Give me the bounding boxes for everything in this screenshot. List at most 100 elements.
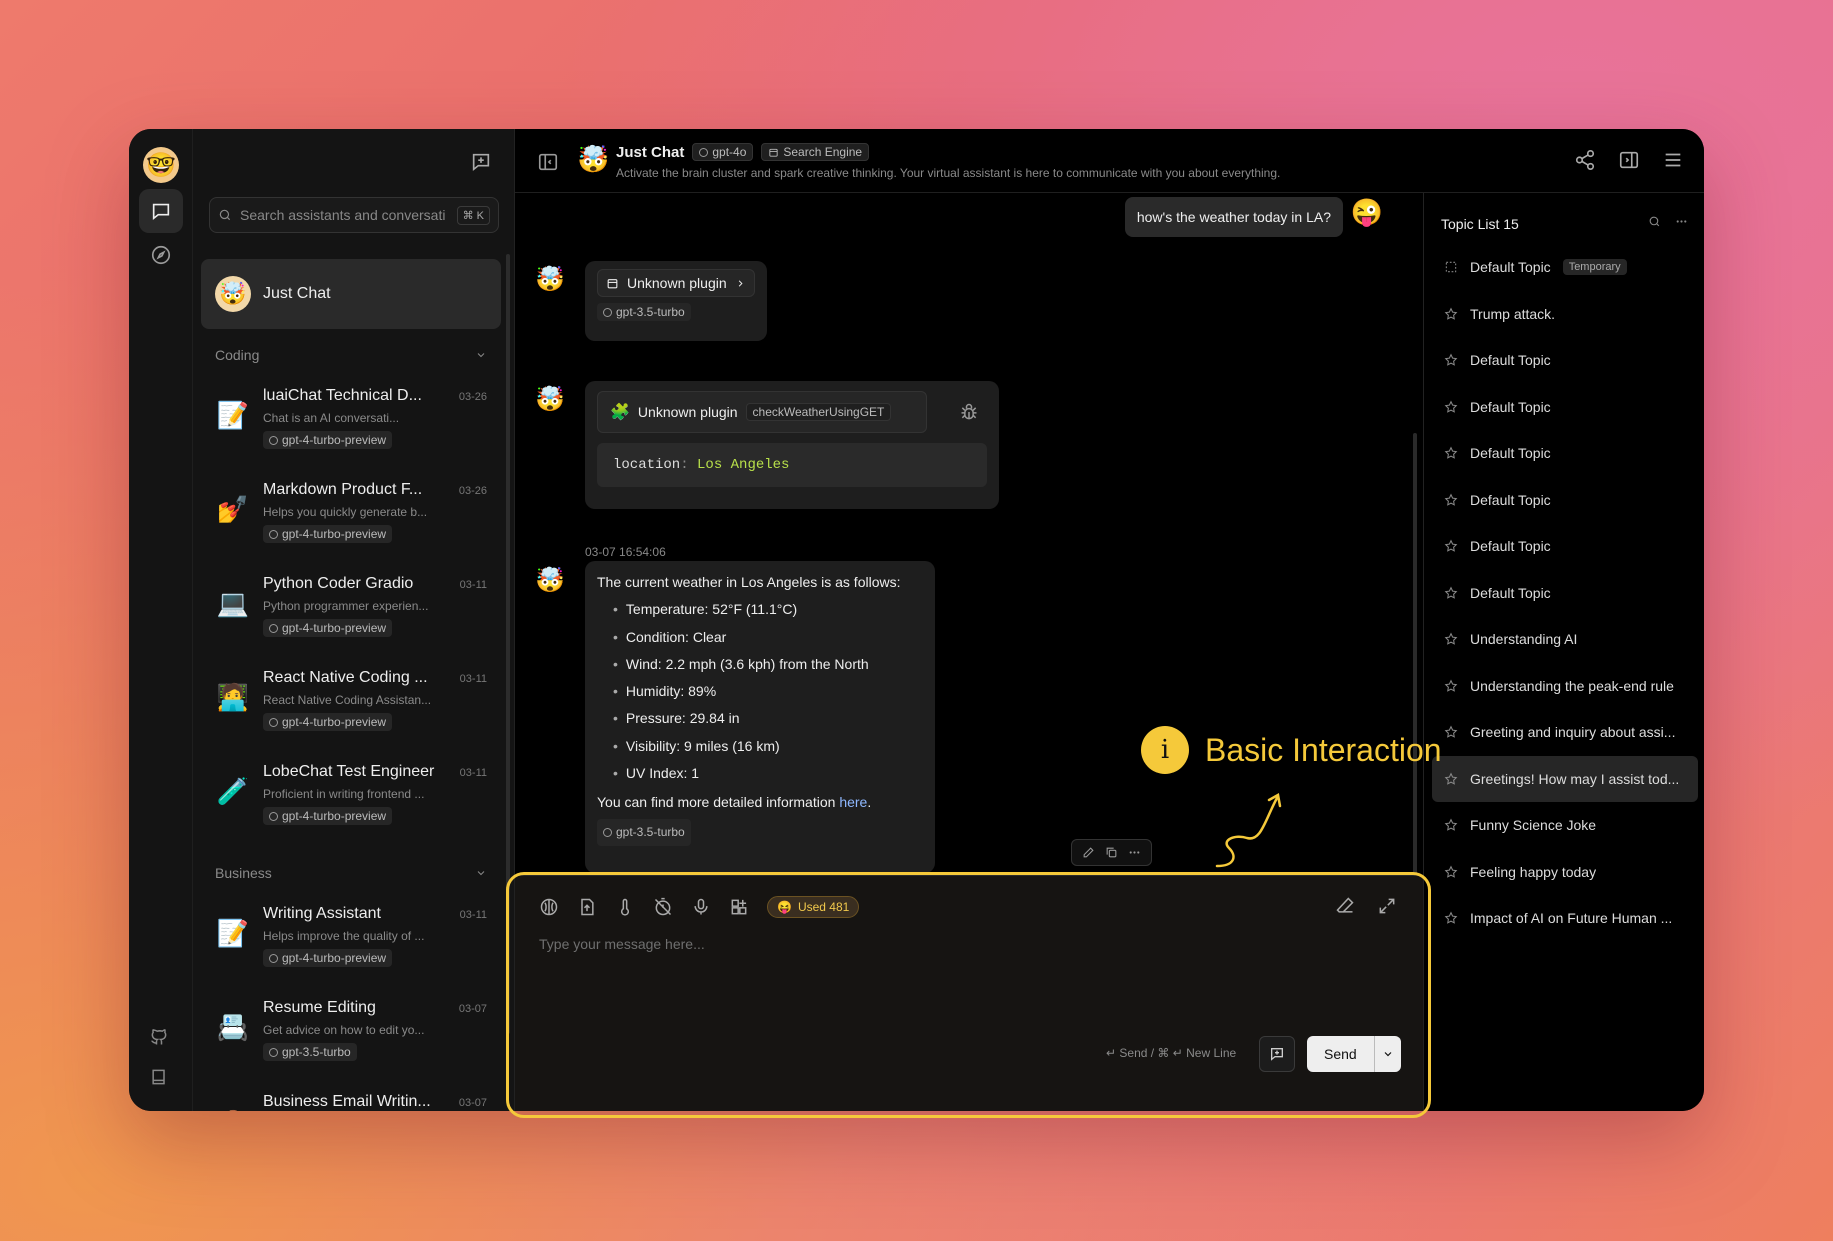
topic-item[interactable]: Default Topic <box>1432 523 1698 570</box>
topic-title: Default Topic <box>1470 584 1551 601</box>
send-button[interactable]: Send <box>1307 1036 1374 1072</box>
user-message: how's the weather today in LA? <box>1124 197 1343 237</box>
topic-item[interactable]: Understanding AI <box>1432 616 1698 663</box>
edit-icon[interactable] <box>1082 846 1095 859</box>
plugins-grid-icon[interactable] <box>729 897 749 917</box>
topic-item[interactable]: Funny Science Joke <box>1432 802 1698 849</box>
star-icon[interactable] <box>1444 911 1458 925</box>
assistant-avatar[interactable]: 🤯 <box>577 144 609 175</box>
topic-title: Default Topic <box>1470 538 1551 555</box>
topic-item[interactable]: Trump attack. <box>1432 291 1698 338</box>
star-icon[interactable] <box>1444 353 1458 367</box>
more-icon[interactable] <box>1675 215 1688 228</box>
group-label: Business <box>215 865 272 881</box>
microphone-icon[interactable] <box>691 897 711 917</box>
agent-date: 03-07 <box>458 1003 487 1015</box>
bot-message-weather: The current weather in Los Angeles is as… <box>585 561 935 873</box>
agent-item[interactable]: 💻 Python Coder Gradio Python programmer … <box>201 565 501 659</box>
more-info-link[interactable]: here <box>839 794 867 810</box>
topic-item[interactable]: Feeling happy today <box>1432 849 1698 896</box>
search-input[interactable] <box>240 207 449 223</box>
topic-item[interactable]: Default Topic <box>1432 384 1698 431</box>
bot-avatar[interactable]: 🤯 <box>535 385 565 414</box>
group-business[interactable]: Business <box>201 851 501 895</box>
topic-item[interactable]: Understanding the peak-end rule <box>1432 663 1698 710</box>
history-off-icon[interactable] <box>653 897 673 917</box>
star-icon[interactable] <box>1444 865 1458 879</box>
menu-icon[interactable] <box>1662 149 1684 171</box>
topic-item[interactable]: Greetings! How may I assist tod... <box>1432 755 1698 802</box>
topic-item[interactable]: Greeting and inquiry about assi... <box>1432 709 1698 756</box>
agent-item[interactable]: 📇 Resume Editing Get advice on how to ed… <box>201 989 501 1083</box>
new-chat-icon[interactable] <box>470 151 492 173</box>
message-input[interactable] <box>539 936 1399 1026</box>
agent-icon: 📝 <box>216 399 250 430</box>
chat-nav-icon[interactable] <box>139 189 183 233</box>
upload-file-icon[interactable] <box>577 897 597 917</box>
agent-item[interactable]: 🧪 LobeChat Test Engineer Proficient in w… <box>201 753 501 847</box>
bot-avatar[interactable]: 🤯 <box>535 566 565 595</box>
star-icon[interactable] <box>1444 400 1458 414</box>
just-chat-item[interactable]: 🤯 Just Chat <box>201 259 501 329</box>
agent-description: Python programmer experien... <box>263 599 429 613</box>
model-badge[interactable]: gpt-4o <box>692 143 754 161</box>
star-icon[interactable] <box>1444 493 1458 507</box>
github-icon[interactable] <box>149 1027 169 1047</box>
star-icon[interactable] <box>1444 446 1458 460</box>
topic-item[interactable]: Default Topic <box>1432 477 1698 524</box>
expand-icon[interactable] <box>1377 896 1397 916</box>
more-icon[interactable] <box>1128 846 1141 859</box>
temperature-icon[interactable] <box>615 897 635 917</box>
weather-item: Pressure: 29.84 in <box>613 705 923 732</box>
star-icon[interactable] <box>1444 307 1458 321</box>
add-message-icon[interactable] <box>1259 1036 1295 1072</box>
search-icon[interactable] <box>1648 215 1661 228</box>
group-coding[interactable]: Coding <box>201 333 501 377</box>
star-icon[interactable] <box>1444 632 1458 646</box>
plugin-badge[interactable]: Search Engine <box>761 143 870 161</box>
user-avatar[interactable]: 🤓 <box>143 147 179 183</box>
user-message-avatar[interactable]: 😜 <box>1351 197 1383 228</box>
send-options-chevron-icon[interactable] <box>1373 1036 1401 1072</box>
debug-bug-icon[interactable] <box>959 402 979 422</box>
bot-avatar[interactable]: 🤯 <box>535 265 565 294</box>
star-icon[interactable] <box>1444 818 1458 832</box>
sidebar-scrollbar[interactable] <box>506 254 510 1034</box>
topic-item[interactable]: Impact of AI on Future Human ... <box>1432 895 1698 942</box>
search-icon <box>219 209 231 221</box>
star-icon[interactable] <box>1444 539 1458 553</box>
clear-eraser-icon[interactable] <box>1335 896 1355 916</box>
plugin-call-button[interactable]: Unknown plugin <box>597 269 755 297</box>
toggle-sidebar-icon[interactable] <box>537 151 559 173</box>
usage-emoji: 😝 <box>777 900 792 914</box>
agent-title: luaiChat Technical D... <box>263 387 422 404</box>
copy-icon[interactable] <box>1105 846 1118 859</box>
discover-compass-icon[interactable] <box>139 233 183 277</box>
star-icon[interactable] <box>1444 772 1458 786</box>
agent-icon: 💼 <box>215 1103 251 1112</box>
toggle-topics-panel-icon[interactable] <box>1618 149 1640 171</box>
agent-description: Helps improve the quality of ... <box>263 929 425 943</box>
model-brain-icon[interactable] <box>539 897 559 917</box>
agent-item[interactable]: 💼 Business Email Writin... 03-07 <box>201 1083 501 1111</box>
star-icon[interactable] <box>1444 725 1458 739</box>
info-icon: i <box>1141 726 1189 774</box>
agent-item[interactable]: 🧑‍💻 React Native Coding ... React Native… <box>201 659 501 753</box>
model-tag: gpt-3.5-turbo <box>597 303 691 321</box>
agent-item[interactable]: 📝 luaiChat Technical D... Chat is an AI … <box>201 377 501 471</box>
agent-item[interactable]: 📝 Writing Assistant Helps improve the qu… <box>201 895 501 989</box>
token-usage-badge[interactable]: 😝 Used 481 <box>767 896 860 918</box>
star-icon[interactable] <box>1444 586 1458 600</box>
share-icon[interactable] <box>1574 149 1596 171</box>
topic-item[interactable]: Default Topic <box>1432 337 1698 384</box>
function-call-header[interactable]: 🧩 Unknown plugin checkWeatherUsingGET <box>597 391 927 433</box>
topic-item[interactable]: Default Topic <box>1432 570 1698 617</box>
star-icon[interactable] <box>1444 679 1458 693</box>
topic-item[interactable]: Default Topic <box>1432 430 1698 477</box>
topic-item[interactable]: Default Topic Temporary <box>1432 244 1698 291</box>
agent-date: 03-11 <box>459 579 487 591</box>
chat-scrollbar[interactable] <box>1413 433 1417 933</box>
agent-item[interactable]: 💅 Markdown Product F... Helps you quickl… <box>201 471 501 565</box>
docs-book-icon[interactable] <box>149 1067 169 1087</box>
topic-title: Default Topic <box>1470 259 1551 276</box>
